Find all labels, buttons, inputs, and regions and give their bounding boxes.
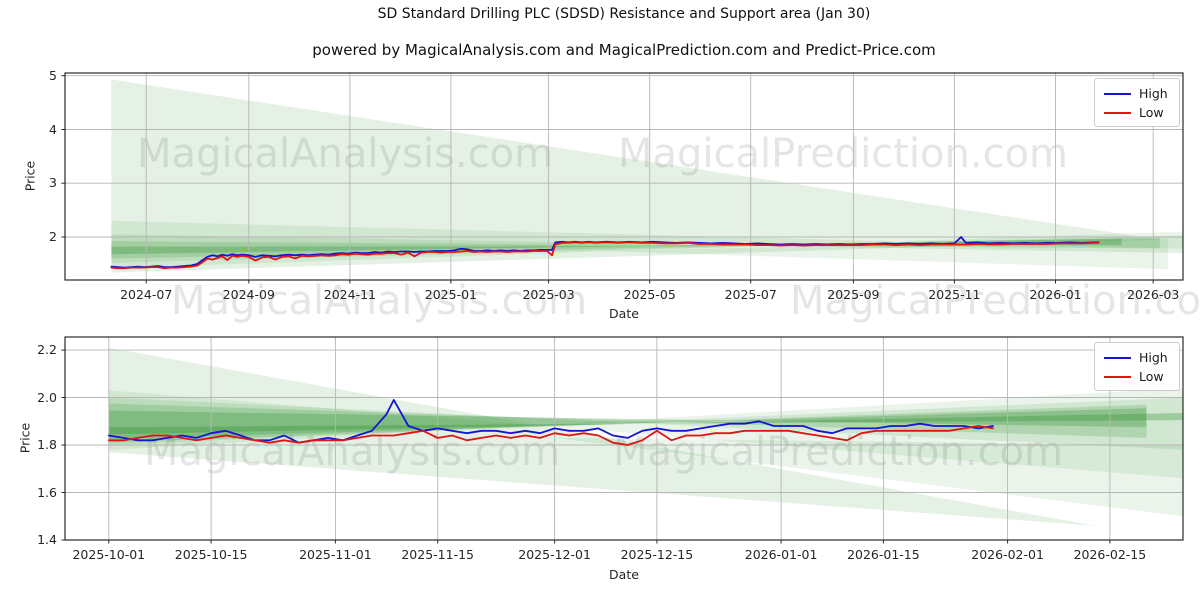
- y-tick-label: 2.0: [37, 389, 57, 405]
- x-tick-label: 2026-02-01: [971, 547, 1044, 562]
- x-tick-label: 2026-01-01: [744, 547, 818, 562]
- x-tick-label: 2025-10-01: [72, 547, 146, 562]
- x-tick-label: 2026-02-15: [1073, 547, 1147, 562]
- legend-bottom: High Low: [1094, 342, 1180, 391]
- legend-label-low: Low: [1139, 369, 1164, 384]
- x-tick-label: 2025-10-15: [174, 547, 248, 562]
- x-axis-label-bottom: Date: [609, 567, 639, 582]
- x-tick-label: 2025-01: [424, 287, 478, 302]
- x-tick-label: 2025-11-15: [401, 547, 475, 562]
- low-line-swatch: [1104, 375, 1131, 378]
- x-tick-label: 2026-03: [1127, 287, 1180, 302]
- x-tick-label: 2025-12-01: [518, 547, 591, 562]
- legend-entry-low: Low: [1095, 367, 1179, 386]
- x-axis-label-top: Date: [609, 306, 639, 321]
- legend-entry-low: Low: [1095, 103, 1179, 122]
- x-tick-label: 2024-07: [120, 287, 173, 302]
- x-tick-label: 2025-07: [724, 287, 777, 302]
- legend-label-low: Low: [1139, 105, 1164, 120]
- x-tick-label: 2025-03: [522, 287, 575, 302]
- x-tick-label: 2026-01-15: [847, 547, 920, 562]
- y-tick-label: 1.8: [37, 437, 57, 452]
- legend-label-high: High: [1139, 86, 1168, 101]
- x-tick-label: 2025-05: [623, 287, 676, 302]
- y-tick-label: 1.4: [37, 532, 57, 547]
- low-line-swatch: [1104, 111, 1131, 114]
- y-tick-label: 5: [49, 67, 57, 83]
- x-tick-label: 2025-11-01: [299, 547, 372, 562]
- figure: SD Standard Drilling PLC (SDSD) Resistan…: [0, 0, 1200, 600]
- x-tick-label: 2025-11: [928, 287, 981, 302]
- legend-label-high: High: [1139, 350, 1168, 365]
- y-tick-label: 4: [49, 121, 57, 137]
- y-tick-label: 2: [49, 229, 57, 244]
- y-tick-label: 2.2: [37, 342, 57, 358]
- legend-top: High Low: [1094, 78, 1180, 127]
- x-tick-label: 2024-11: [323, 287, 377, 302]
- high-line-swatch: [1104, 92, 1131, 95]
- legend-entry-high: High: [1095, 84, 1179, 103]
- x-tick-label: 2025-09: [827, 287, 880, 302]
- x-tick-label: 2026-01: [1029, 287, 1082, 302]
- x-tick-label: 2025-12-15: [620, 547, 694, 562]
- high-line-swatch: [1104, 356, 1131, 359]
- y-tick-label: 3: [49, 175, 57, 191]
- plot-canvas: [61, 72, 1184, 544]
- legend-entry-high: High: [1095, 348, 1179, 367]
- x-tick-label: 2024-09: [222, 287, 275, 302]
- y-tick-label: 1.6: [37, 484, 57, 500]
